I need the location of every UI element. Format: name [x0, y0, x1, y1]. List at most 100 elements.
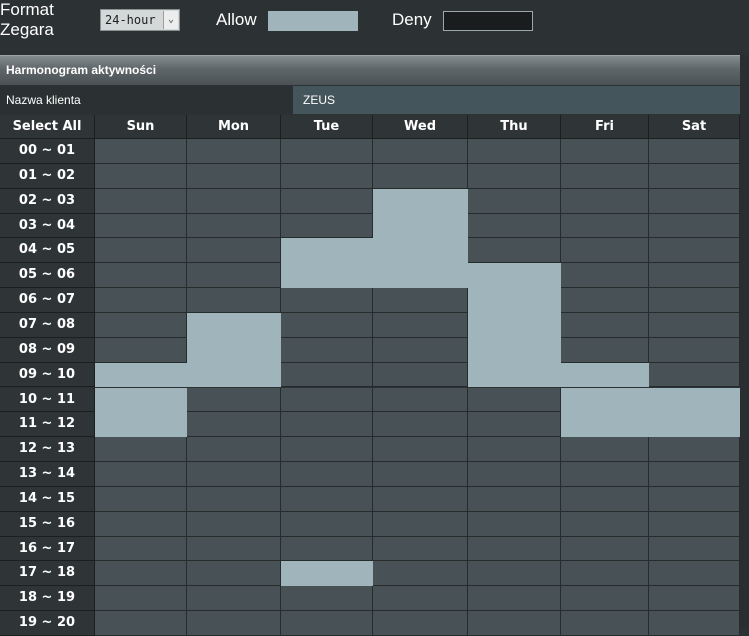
schedule-cell-fri-2[interactable]: [561, 188, 649, 214]
schedule-cell-sun-12[interactable]: [95, 437, 187, 463]
scrollbar[interactable]: [740, 55, 749, 629]
day-header-thu[interactable]: Thu: [468, 115, 561, 139]
schedule-cell-sun-13[interactable]: [95, 462, 187, 487]
schedule-cell-tue-4[interactable]: [281, 238, 373, 264]
schedule-cell-fri-0[interactable]: [561, 139, 649, 164]
schedule-cell-thu-8[interactable]: [468, 337, 561, 363]
chevron-down-icon[interactable]: ⌄: [163, 11, 178, 29]
schedule-cell-tue-6[interactable]: [281, 288, 373, 313]
schedule-cell-fri-5[interactable]: [561, 263, 649, 289]
schedule-cell-mon-12[interactable]: [187, 437, 281, 463]
schedule-cell-sun-8[interactable]: [95, 337, 187, 363]
schedule-cell-thu-1[interactable]: [468, 163, 561, 189]
schedule-cell-mon-5[interactable]: [187, 263, 281, 289]
schedule-cell-wed-16[interactable]: [373, 536, 468, 562]
day-header-wed[interactable]: Wed: [373, 115, 468, 139]
schedule-cell-tue-2[interactable]: [281, 188, 373, 214]
schedule-cell-tue-12[interactable]: [281, 437, 373, 463]
hour-label-2[interactable]: 02 ~ 03: [0, 188, 95, 214]
hour-label-1[interactable]: 01 ~ 02: [0, 163, 95, 189]
schedule-cell-wed-0[interactable]: [373, 139, 468, 164]
schedule-cell-wed-1[interactable]: [373, 163, 468, 189]
schedule-cell-mon-18[interactable]: [187, 586, 281, 612]
day-header-fri[interactable]: Fri: [561, 115, 649, 139]
schedule-cell-sun-14[interactable]: [95, 486, 187, 512]
schedule-cell-tue-10[interactable]: [281, 387, 373, 413]
schedule-cell-mon-8[interactable]: [187, 337, 281, 363]
hour-label-5[interactable]: 05 ~ 06: [0, 263, 95, 289]
schedule-cell-sat-0[interactable]: [649, 139, 740, 164]
schedule-cell-thu-18[interactable]: [468, 586, 561, 612]
schedule-cell-fri-17[interactable]: [561, 561, 649, 587]
schedule-cell-mon-14[interactable]: [187, 486, 281, 512]
schedule-cell-wed-13[interactable]: [373, 462, 468, 487]
schedule-cell-sun-19[interactable]: [95, 611, 187, 636]
schedule-cell-mon-2[interactable]: [187, 188, 281, 214]
schedule-cell-sat-12[interactable]: [649, 437, 740, 463]
schedule-cell-wed-3[interactable]: [373, 213, 468, 239]
schedule-cell-fri-12[interactable]: [561, 437, 649, 463]
schedule-cell-mon-1[interactable]: [187, 163, 281, 189]
schedule-cell-thu-15[interactable]: [468, 511, 561, 537]
schedule-cell-mon-0[interactable]: [187, 139, 281, 164]
schedule-cell-mon-13[interactable]: [187, 462, 281, 487]
clock-format-select[interactable]: 24-hour ⌄: [100, 9, 180, 31]
hour-label-17[interactable]: 17 ~ 18: [0, 561, 95, 587]
schedule-cell-tue-17[interactable]: [281, 561, 373, 587]
schedule-cell-sun-11[interactable]: [95, 412, 187, 438]
schedule-cell-fri-11[interactable]: [561, 412, 649, 438]
hour-label-14[interactable]: 14 ~ 15: [0, 486, 95, 512]
schedule-cell-fri-19[interactable]: [561, 611, 649, 636]
schedule-cell-sat-15[interactable]: [649, 511, 740, 537]
schedule-cell-wed-14[interactable]: [373, 486, 468, 512]
schedule-cell-sun-10[interactable]: [95, 387, 187, 413]
schedule-cell-tue-8[interactable]: [281, 337, 373, 363]
schedule-cell-tue-11[interactable]: [281, 412, 373, 438]
schedule-cell-sun-15[interactable]: [95, 511, 187, 537]
schedule-cell-wed-11[interactable]: [373, 412, 468, 438]
schedule-cell-sat-18[interactable]: [649, 586, 740, 612]
schedule-cell-sat-13[interactable]: [649, 462, 740, 487]
schedule-cell-mon-4[interactable]: [187, 238, 281, 264]
day-header-tue[interactable]: Tue: [281, 115, 373, 139]
schedule-cell-mon-6[interactable]: [187, 288, 281, 313]
schedule-cell-fri-10[interactable]: [561, 387, 649, 413]
schedule-cell-mon-7[interactable]: [187, 312, 281, 338]
schedule-cell-thu-7[interactable]: [468, 312, 561, 338]
schedule-cell-sun-9[interactable]: [95, 362, 187, 388]
schedule-cell-thu-11[interactable]: [468, 412, 561, 438]
schedule-cell-mon-15[interactable]: [187, 511, 281, 537]
schedule-cell-thu-14[interactable]: [468, 486, 561, 512]
schedule-cell-sat-11[interactable]: [649, 412, 740, 438]
schedule-cell-sat-17[interactable]: [649, 561, 740, 587]
schedule-cell-wed-19[interactable]: [373, 611, 468, 636]
schedule-cell-fri-14[interactable]: [561, 486, 649, 512]
schedule-cell-sun-17[interactable]: [95, 561, 187, 587]
schedule-cell-sat-7[interactable]: [649, 312, 740, 338]
day-header-mon[interactable]: Mon: [187, 115, 281, 139]
schedule-cell-mon-19[interactable]: [187, 611, 281, 636]
hour-label-19[interactable]: 19 ~ 20: [0, 611, 95, 636]
hour-label-7[interactable]: 07 ~ 08: [0, 312, 95, 338]
schedule-cell-fri-16[interactable]: [561, 536, 649, 562]
schedule-cell-mon-10[interactable]: [187, 387, 281, 413]
schedule-cell-tue-15[interactable]: [281, 511, 373, 537]
schedule-cell-tue-0[interactable]: [281, 139, 373, 164]
schedule-cell-sat-4[interactable]: [649, 238, 740, 264]
schedule-cell-wed-6[interactable]: [373, 288, 468, 313]
schedule-cell-wed-10[interactable]: [373, 387, 468, 413]
schedule-cell-wed-7[interactable]: [373, 312, 468, 338]
schedule-cell-thu-3[interactable]: [468, 213, 561, 239]
schedule-cell-sat-9[interactable]: [649, 362, 740, 388]
schedule-cell-fri-18[interactable]: [561, 586, 649, 612]
schedule-cell-thu-13[interactable]: [468, 462, 561, 487]
schedule-cell-sun-16[interactable]: [95, 536, 187, 562]
schedule-cell-fri-4[interactable]: [561, 238, 649, 264]
schedule-cell-fri-7[interactable]: [561, 312, 649, 338]
schedule-cell-fri-15[interactable]: [561, 511, 649, 537]
schedule-cell-sat-10[interactable]: [649, 387, 740, 413]
day-header-sat[interactable]: Sat: [649, 115, 740, 139]
schedule-cell-sun-18[interactable]: [95, 586, 187, 612]
hour-label-8[interactable]: 08 ~ 09: [0, 337, 95, 363]
hour-label-3[interactable]: 03 ~ 04: [0, 213, 95, 239]
